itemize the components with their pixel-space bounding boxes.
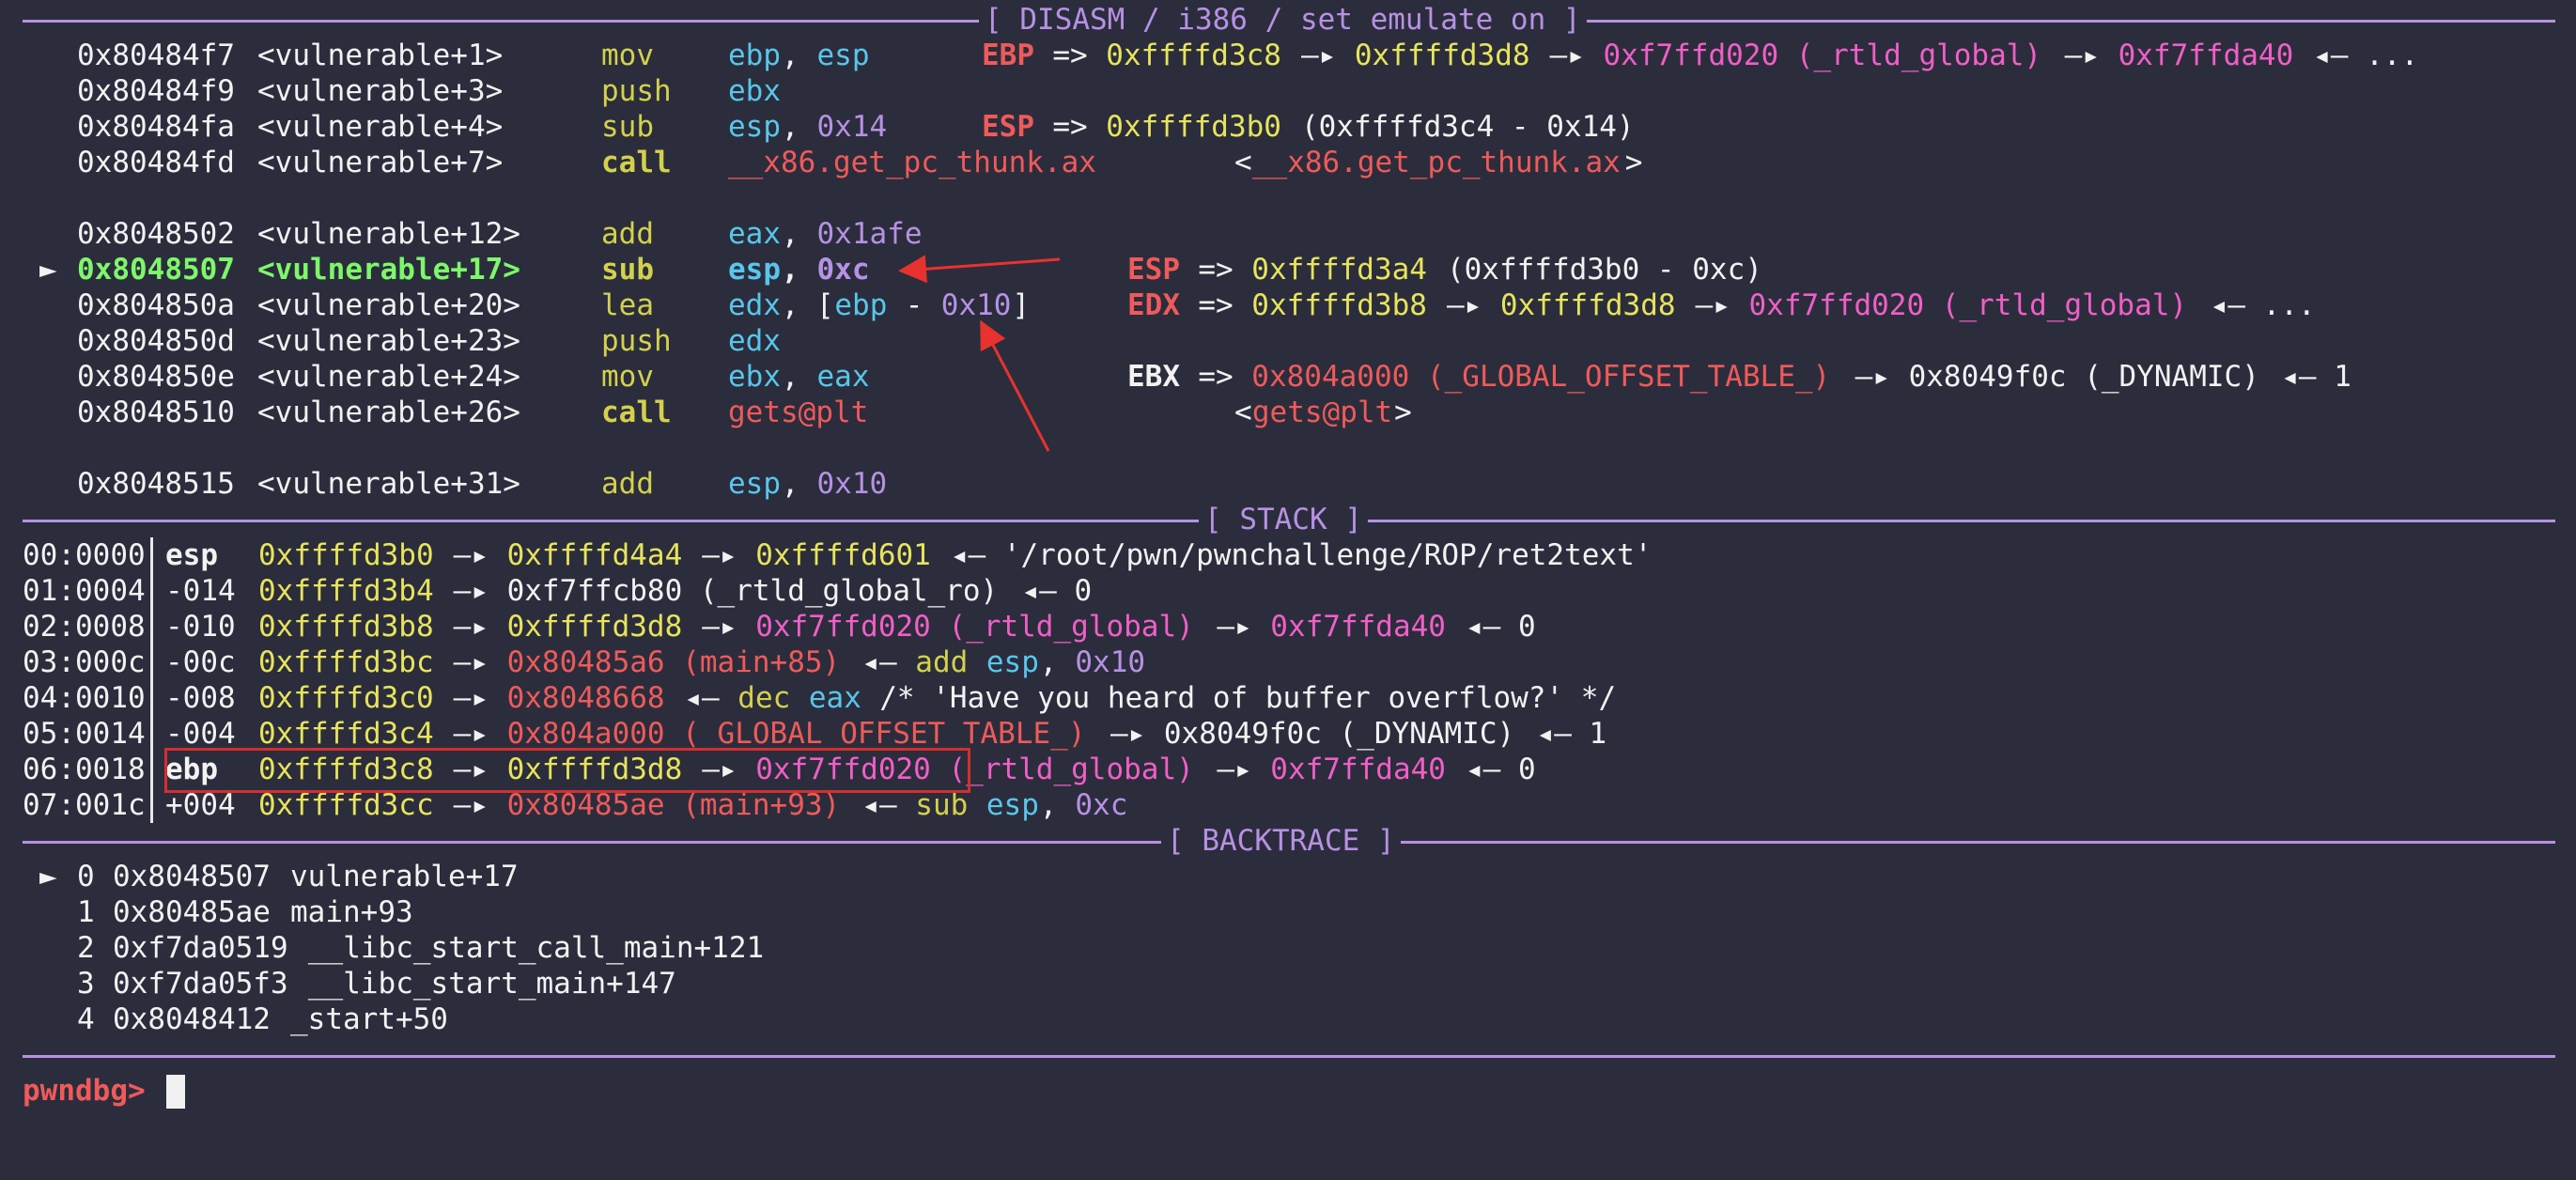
arrow-to-ebp-offset — [980, 319, 1050, 452]
annotation-arrows — [898, 255, 1061, 452]
terminal-window: [ DISASM / i386 / set emulate on ] 0x804… — [0, 0, 2576, 1135]
arrow-to-sub-esp — [898, 255, 1061, 284]
